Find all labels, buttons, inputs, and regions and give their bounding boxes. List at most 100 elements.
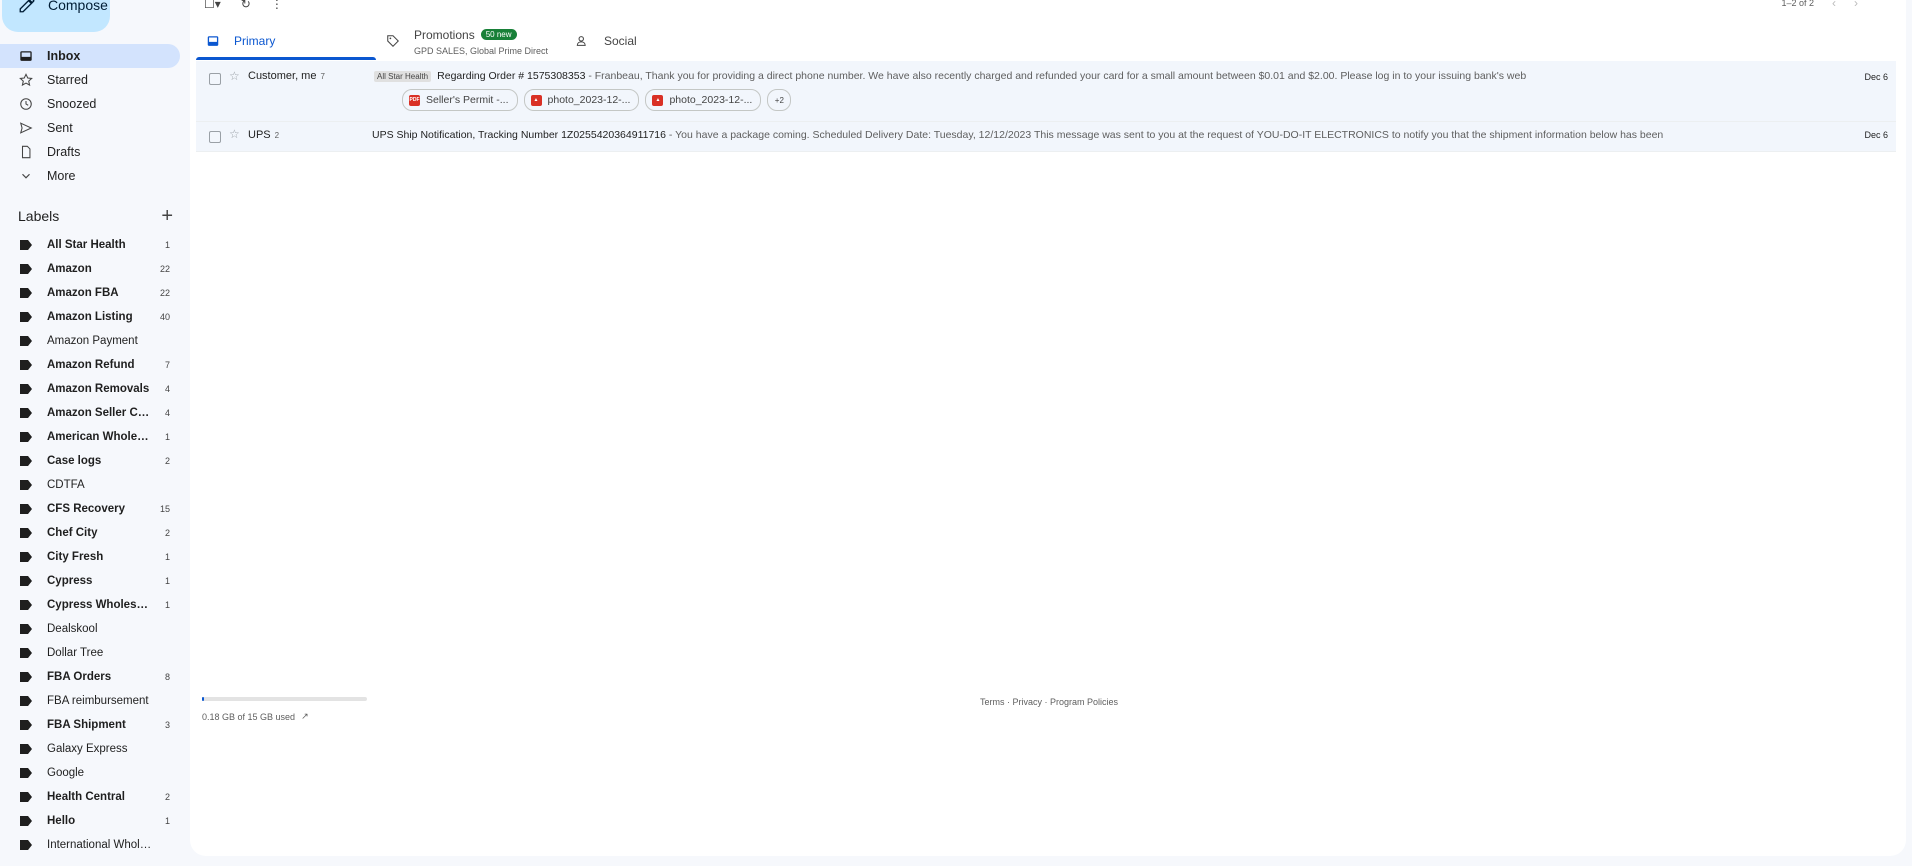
nav-item-drafts[interactable]: Drafts — [0, 140, 180, 164]
label-item[interactable]: Amazon FBA 22 — [0, 281, 180, 305]
label-item[interactable]: City Fresh 1 — [0, 545, 180, 569]
label-name: Google — [47, 767, 85, 779]
label-item[interactable]: Amazon Seller Cen... 4 — [0, 401, 180, 425]
label-tag-icon — [20, 576, 32, 586]
row-checkbox[interactable] — [209, 131, 221, 143]
label-item[interactable]: FBA Orders 8 — [0, 665, 180, 689]
label-item[interactable]: Chef City 2 — [0, 521, 180, 545]
label-tag-icon — [20, 792, 32, 802]
email-snippet: UPS Ship Notification, Tracking Number 1… — [372, 129, 1664, 141]
label-item[interactable]: Google — [0, 761, 180, 785]
tab-primary[interactable]: Primary — [196, 22, 376, 60]
attachment-chip[interactable]: ▲ photo_2023-12-... — [523, 89, 640, 111]
new-count-badge: 50 new — [480, 29, 517, 41]
external-link-icon[interactable]: ↗ — [301, 711, 309, 722]
label-item[interactable]: FBA Shipment 3 — [0, 713, 180, 737]
storage-bar-fill — [202, 697, 204, 701]
label-name: Hello — [47, 815, 76, 827]
label-name: FBA Orders — [47, 671, 112, 683]
label-item[interactable]: Cypress 1 — [0, 569, 180, 593]
more-attachments-chip[interactable]: +2 — [767, 89, 792, 111]
nav-item-more[interactable]: More — [0, 164, 180, 188]
label-name: CFS Recovery — [47, 503, 125, 515]
label-item[interactable]: Cypress Wholesale 1 — [0, 593, 180, 617]
label-item[interactable]: Galaxy Express — [0, 737, 180, 761]
next-page-icon[interactable]: › — [1854, 0, 1858, 10]
label-tag-icon — [20, 624, 32, 634]
label-item[interactable]: All Star Health 1 — [0, 233, 180, 257]
draft-icon — [18, 144, 34, 160]
label-count: 2 — [164, 792, 170, 802]
nav-item-snoozed[interactable]: Snoozed — [0, 92, 180, 116]
label-name: Amazon Seller Cen... — [47, 407, 152, 419]
chevron-down-icon — [18, 168, 34, 184]
tab-promotions[interactable]: Promotions 50 new GPD SALES, Global Prime… — [376, 22, 566, 60]
label-count: 8 — [164, 672, 170, 682]
label-tag-icon — [20, 480, 32, 490]
email-snippet: All Star Health Regarding Order # 1575308… — [374, 70, 1526, 82]
label-item[interactable]: Amazon 22 — [0, 257, 180, 281]
more-vert-icon[interactable]: ⋮ — [271, 0, 283, 11]
pager-text: 1–2 of 2 — [1781, 0, 1814, 8]
label-name: Amazon FBA — [47, 287, 119, 299]
label-item[interactable]: Hello 1 — [0, 809, 180, 833]
label-item[interactable]: Dollar Tree — [0, 641, 180, 665]
label-name: Amazon Refund — [47, 359, 135, 371]
add-label-icon[interactable]: + — [161, 206, 173, 226]
row-checkbox[interactable] — [209, 73, 221, 85]
label-item[interactable]: Amazon Removals 4 — [0, 377, 180, 401]
star-icon[interactable]: ☆ — [229, 127, 240, 141]
label-tag-icon — [20, 264, 32, 274]
nav-item-sent[interactable]: Sent — [0, 116, 180, 140]
label-item[interactable]: Dealskool — [0, 617, 180, 641]
email-row[interactable]: ☆ UPS 2 UPS Ship Notification, Tracking N… — [196, 122, 1896, 152]
label-item[interactable]: Amazon Listing 40 — [0, 305, 180, 329]
label-tag-icon — [20, 456, 32, 466]
label-tag-icon — [20, 552, 32, 562]
email-row[interactable]: ☆ Customer, me 7 All Star Health Regarding… — [196, 61, 1896, 122]
nav-item-inbox[interactable]: Inbox — [0, 44, 180, 68]
label-count: 40 — [159, 312, 170, 322]
label-count: 2 — [164, 528, 170, 538]
select-checkbox-icon[interactable]: ☐▾ — [204, 0, 221, 11]
label-item[interactable]: CDTFA — [0, 473, 180, 497]
tab-social[interactable]: Social — [566, 22, 746, 60]
nav-list: Inbox Starred Snoozed Sent Drafts More — [0, 44, 180, 188]
attachment-chips: PDF Seller's Permit -... ▲ photo_2023-12-.… — [402, 89, 792, 111]
label-count: 1 — [164, 576, 170, 586]
refresh-icon[interactable]: ↻ — [241, 0, 251, 11]
label-item[interactable]: American Wholesal... 1 — [0, 425, 180, 449]
label-tag-icon — [20, 840, 32, 850]
footer-links[interactable]: Terms · Privacy · Program Policies — [980, 697, 1118, 707]
label-count: 2 — [164, 456, 170, 466]
label-tag-icon — [20, 432, 32, 442]
label-item[interactable]: International Wholesale — [0, 833, 180, 857]
tab-sub: GPD SALES, Global Prime Direct — [414, 46, 549, 56]
attachment-chip[interactable]: ▲ photo_2023-12-... — [645, 89, 762, 111]
label-tag-icon — [20, 360, 32, 370]
label-item[interactable]: FBA reimbursement — [0, 689, 180, 713]
label-name: Chef City — [47, 527, 98, 539]
label-item[interactable]: Amazon Refund 7 — [0, 353, 180, 377]
label-item[interactable]: Amazon Payment — [0, 329, 180, 353]
tag-icon — [386, 34, 400, 48]
label-count: 1 — [164, 552, 170, 562]
storage-bar — [202, 697, 367, 701]
label-count: 4 — [164, 384, 170, 394]
label-count: 1 — [164, 600, 170, 610]
label-item[interactable]: Health Central 2 — [0, 785, 180, 809]
pager: 1–2 of 2 ‹ › — [1781, 0, 1858, 10]
label-item[interactable]: Case logs 2 — [0, 449, 180, 473]
nav-label: Snoozed — [47, 97, 97, 111]
label-tag-icon — [20, 408, 32, 418]
prev-page-icon[interactable]: ‹ — [1832, 0, 1836, 10]
email-label-chip: All Star Health — [374, 71, 432, 82]
email-date: Dec 6 — [1864, 72, 1888, 82]
label-item[interactable]: CFS Recovery 15 — [0, 497, 180, 521]
tab-label: Social — [604, 34, 637, 48]
nav-item-starred[interactable]: Starred — [0, 68, 180, 92]
attachment-chip[interactable]: PDF Seller's Permit -... — [402, 89, 518, 111]
star-icon[interactable]: ☆ — [229, 69, 240, 83]
label-tag-icon — [20, 720, 32, 730]
compose-button[interactable]: Compose — [2, 0, 110, 32]
